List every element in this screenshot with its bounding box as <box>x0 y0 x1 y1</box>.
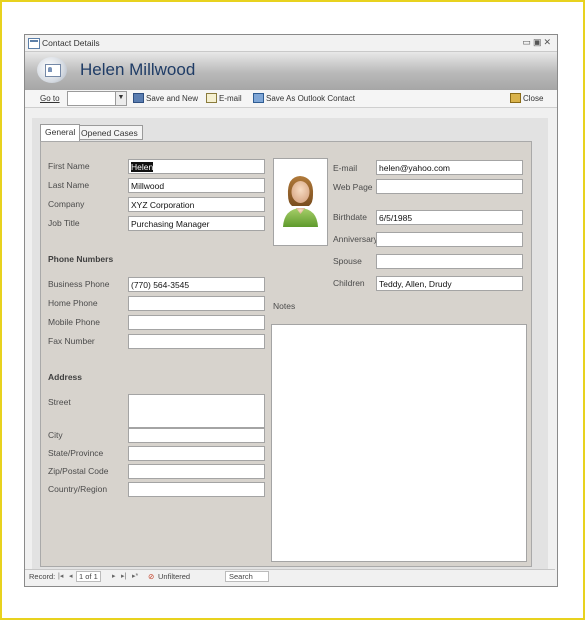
email-button-label: E-mail <box>219 93 242 103</box>
save-outlook-contact-button[interactable]: Save As Outlook Contact <box>253 93 355 103</box>
new-record-icon[interactable]: ▸* <box>132 572 138 580</box>
first-record-icon[interactable]: |◂ <box>58 572 63 580</box>
fax-number-field[interactable] <box>128 334 265 349</box>
form-toolbar: Go to ▼ Save and New E-mail Save As Outl… <box>25 90 557 108</box>
zip-label: Zip/Postal Code <box>48 466 109 476</box>
tab-general[interactable]: General <box>40 124 81 141</box>
anniversary-label: Anniversary <box>333 234 378 244</box>
restore-icon[interactable]: ▣ <box>533 37 544 47</box>
web-page-field[interactable] <box>376 179 523 194</box>
birthdate-field[interactable]: 6/5/1985 <box>376 210 523 225</box>
state-field[interactable] <box>128 446 265 461</box>
mobile-phone-field[interactable] <box>128 315 265 330</box>
job-title-label: Job Title <box>48 218 80 228</box>
street-field[interactable] <box>128 394 265 428</box>
save-icon <box>133 93 144 103</box>
contact-name-heading: Helen Millwood <box>80 60 196 79</box>
address-heading: Address <box>48 372 83 382</box>
last-record-icon[interactable]: ▸| <box>121 572 126 580</box>
home-phone-label: Home Phone <box>48 298 98 308</box>
street-label: Street <box>48 397 71 407</box>
filter-icon[interactable]: ⊘ <box>148 572 154 581</box>
record-position-box[interactable]: 1 of 1 <box>76 571 101 582</box>
city-label: City <box>48 430 63 440</box>
home-phone-field[interactable] <box>128 296 265 311</box>
first-name-label: First Name <box>48 161 90 171</box>
person-placeholder-icon <box>283 176 318 227</box>
email-label: E-mail <box>333 163 358 173</box>
birthdate-label: Birthdate <box>333 212 368 222</box>
contact-photo[interactable] <box>273 158 328 246</box>
title-bar: Contact Details ▭▣✕ <box>25 35 557 52</box>
save-and-new-label: Save and New <box>146 93 199 103</box>
form-icon <box>28 38 40 49</box>
spouse-field[interactable] <box>376 254 523 269</box>
zip-field[interactable] <box>128 464 265 479</box>
save-outlook-label: Save As Outlook Contact <box>266 93 355 103</box>
city-field[interactable] <box>128 428 265 443</box>
fax-number-label: Fax Number <box>48 336 95 346</box>
job-title-field[interactable]: Purchasing Manager <box>128 216 265 231</box>
close-form-icon <box>510 93 521 103</box>
phone-numbers-heading: Phone Numbers <box>48 254 114 264</box>
outlook-icon <box>253 93 264 103</box>
search-box[interactable]: Search <box>225 571 269 582</box>
company-label: Company <box>48 199 85 209</box>
notes-label: Notes <box>273 301 296 311</box>
minimize-icon[interactable]: ▭ <box>522 37 533 47</box>
window-title: Contact Details <box>42 38 100 48</box>
business-phone-field[interactable]: (770) 564-3545 <box>128 277 265 292</box>
chevron-down-icon[interactable]: ▼ <box>115 92 126 105</box>
web-page-label: Web Page <box>333 182 373 192</box>
goto-label: Go to <box>40 94 60 103</box>
filter-status[interactable]: Unfiltered <box>158 572 190 581</box>
spouse-label: Spouse <box>333 256 362 266</box>
company-field[interactable]: XYZ Corporation <box>128 197 265 212</box>
next-record-icon[interactable]: ▸ <box>112 572 116 580</box>
email-icon <box>206 93 217 103</box>
first-name-field[interactable]: Helen <box>128 159 265 174</box>
business-phone-label: Business Phone <box>48 279 110 289</box>
last-name-field[interactable]: Millwood <box>128 178 265 193</box>
previous-record-icon[interactable]: ◂ <box>69 572 73 580</box>
general-tab-panel: First Name Helen Last Name Millwood Comp… <box>40 141 532 567</box>
email-button[interactable]: E-mail <box>206 93 242 103</box>
close-label: Close <box>523 93 544 103</box>
children-field[interactable]: Teddy, Allen, Drudy <box>376 276 523 291</box>
mobile-phone-label: Mobile Phone <box>48 317 100 327</box>
anniversary-field[interactable] <box>376 232 523 247</box>
contact-card-icon <box>37 57 67 83</box>
save-and-new-button[interactable]: Save and New <box>133 93 198 103</box>
close-window-icon[interactable]: ✕ <box>543 37 553 47</box>
first-name-value: Helen <box>131 162 154 172</box>
close-button[interactable]: Close <box>510 93 543 103</box>
children-label: Children <box>333 278 365 288</box>
tab-opened-cases[interactable]: Opened Cases <box>76 125 143 140</box>
country-field[interactable] <box>128 482 265 497</box>
window-controls: ▭▣✕ <box>522 37 553 48</box>
notes-field[interactable] <box>271 324 527 562</box>
record-label: Record: <box>29 572 56 581</box>
last-name-label: Last Name <box>48 180 90 190</box>
goto-dropdown[interactable]: ▼ <box>67 91 127 106</box>
state-label: State/Province <box>48 448 104 458</box>
country-label: Country/Region <box>48 484 108 494</box>
record-navigation-bar: Record: |◂ ◂ 1 of 1 ▸ ▸| ▸* ⊘ Unfiltered… <box>25 569 555 584</box>
form-header: Helen Millwood <box>25 52 557 90</box>
email-field[interactable]: helen@yahoo.com <box>376 160 523 175</box>
